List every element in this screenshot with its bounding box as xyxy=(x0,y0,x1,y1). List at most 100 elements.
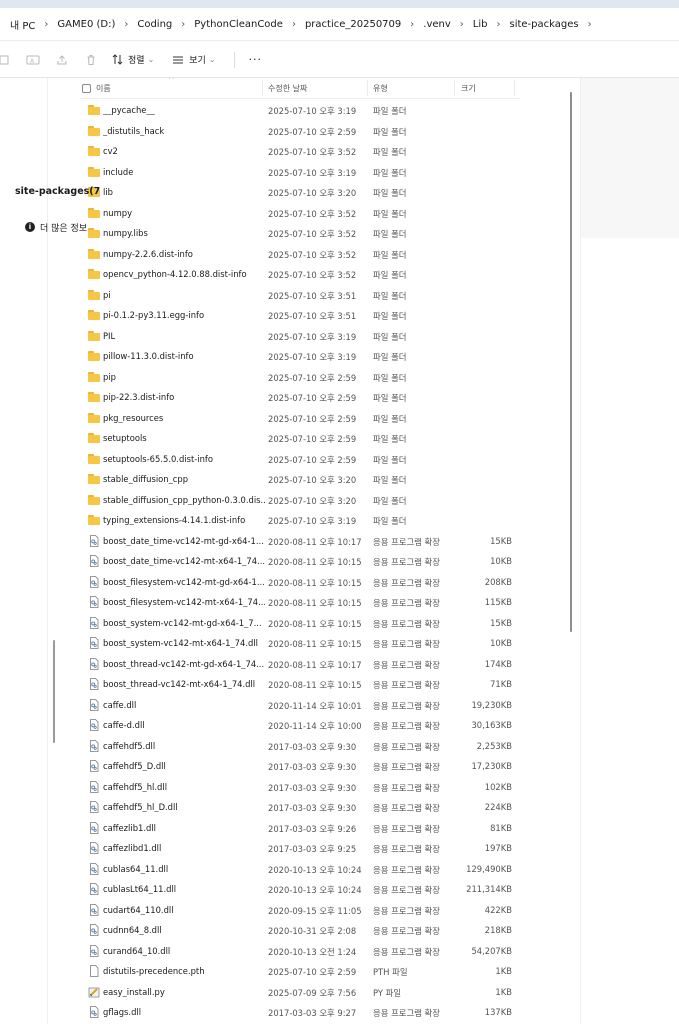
file-size: 54,207KB xyxy=(471,945,512,956)
file-name: caffehdf5.dll xyxy=(103,740,156,751)
file-row[interactable]: boost_date_time-vc142-mt-x64-1_74... 2020… xyxy=(80,551,576,572)
file-row[interactable]: curand64_10.dll 2020-10-13 오전 1:24 응용 프로그램… xyxy=(80,941,576,962)
file-row[interactable]: boost_thread-vc142-mt-x64-1_74.dll 2020-0… xyxy=(80,674,576,695)
delete-icon[interactable] xyxy=(83,52,99,68)
file-row[interactable]: gflags.dll 2017-03-03 오후 9:27 응용 프로그램 확장 13… xyxy=(80,1002,576,1023)
select-all-checkbox[interactable] xyxy=(82,84,91,93)
file-row[interactable]: lib 2025-07-10 오후 3:20 파일 폴더 xyxy=(80,182,576,203)
column-date[interactable]: 수정한 날짜 xyxy=(268,83,307,94)
file-row[interactable]: setuptools-65.5.0.dist-info 2025-07-10 오후… xyxy=(80,449,576,470)
file-row[interactable]: caffehdf5.dll 2017-03-03 오후 9:30 응용 프로그램 확… xyxy=(80,736,576,757)
file-date: 2017-03-03 오후 9:30 xyxy=(268,741,357,752)
more-options-button[interactable]: ··· xyxy=(249,53,263,66)
file-row[interactable]: caffehdf5_D.dll 2017-03-03 오후 9:30 응용 프로그램… xyxy=(80,756,576,777)
file-row[interactable]: pkg_resources 2025-07-10 오후 2:59 파일 폴더 xyxy=(80,408,576,429)
file-row[interactable]: cv2 2025-07-10 오후 3:52 파일 폴더 xyxy=(80,141,576,162)
file-row[interactable]: caffe.dll 2020-11-14 오후 10:01 응용 프로그램 확장 19… xyxy=(80,695,576,716)
file-row[interactable]: boost_filesystem-vc142-mt-x64-1_74... 202… xyxy=(80,592,576,613)
rename-icon[interactable]: A xyxy=(25,52,41,68)
chevron-right-icon[interactable]: › xyxy=(460,19,464,30)
file-size: 137KB xyxy=(484,1007,512,1017)
dll-file-icon xyxy=(88,1006,100,1018)
file-row[interactable]: caffezlib1.dll 2017-03-03 오후 9:26 응용 프로그램 … xyxy=(80,818,576,839)
details-more-info[interactable]: 더 많은 정보 xyxy=(40,221,87,234)
file-row[interactable]: cublasLt64_11.dll 2020-10-13 오후 10:24 응용 프… xyxy=(80,879,576,900)
sort-button[interactable]: 정렬 ⌄ xyxy=(112,53,154,66)
chevron-right-icon[interactable]: › xyxy=(497,19,501,30)
file-row[interactable]: setuptools 2025-07-10 오후 2:59 파일 폴더 xyxy=(80,428,576,449)
column-size[interactable]: 크기 xyxy=(461,83,476,94)
file-type: 파일 폴더 xyxy=(373,352,407,362)
file-row[interactable]: caffehdf5_hl.dll 2017-03-03 오후 9:30 응용 프로그… xyxy=(80,777,576,798)
file-row[interactable]: include 2025-07-10 오후 3:19 파일 폴더 xyxy=(80,162,576,183)
breadcrumb-item[interactable]: site-packages xyxy=(510,19,579,30)
file-row[interactable]: typing_extensions-4.14.1.dist-info 2025-0… xyxy=(80,510,576,531)
breadcrumb-item[interactable]: practice_20250709 xyxy=(305,19,401,30)
view-button[interactable]: 보기 ⌄ xyxy=(172,53,216,66)
column-name[interactable]: 이름 xyxy=(96,83,111,94)
file-size: 15KB xyxy=(490,617,512,628)
file-row[interactable]: boost_thread-vc142-mt-gd-x64-1_74... 2020… xyxy=(80,654,576,675)
chevron-right-icon[interactable]: › xyxy=(124,19,128,30)
column-divider[interactable] xyxy=(262,80,263,96)
breadcrumb-item[interactable]: .venv xyxy=(423,19,451,30)
file-row[interactable]: pi-0.1.2-py3.11.egg-info 2025-07-10 오후 3:… xyxy=(80,305,576,326)
file-type: PY 파일 xyxy=(373,987,402,998)
file-row[interactable]: pillow-11.3.0.dist-info 2025-07-10 오후 3:1… xyxy=(80,346,576,367)
file-row[interactable]: caffezlibd1.dll 2017-03-03 오후 9:25 응용 프로그램… xyxy=(80,838,576,859)
file-row[interactable]: distutils-precedence.pth 2025-07-10 오후 2:… xyxy=(80,961,576,982)
column-divider[interactable] xyxy=(454,80,455,96)
chevron-right-icon[interactable]: › xyxy=(181,19,185,30)
file-row[interactable]: boost_system-vc142-mt-gd-x64-1_7... 2020-… xyxy=(80,613,576,634)
folder-icon xyxy=(88,494,100,505)
file-row[interactable]: cudnn64_8.dll 2020-10-31 오후 2:08 응용 프로그램 확… xyxy=(80,920,576,941)
file-row[interactable]: easy_install.py 2025-07-09 오후 7:56 PY 파일 1K… xyxy=(80,982,576,1003)
file-row[interactable]: boost_date_time-vc142-mt-gd-x64-1... 2020… xyxy=(80,531,576,552)
file-row[interactable]: pip 2025-07-10 오후 2:59 파일 폴더 xyxy=(80,367,576,388)
file-row[interactable]: PIL 2025-07-10 오후 3:19 파일 폴더 xyxy=(80,326,576,347)
file-row[interactable]: numpy-2.2.6.dist-info 2025-07-10 오후 3:52 파… xyxy=(80,244,576,265)
file-row[interactable]: pi 2025-07-10 오후 3:51 파일 폴더 xyxy=(80,285,576,306)
address-bar[interactable]: 내 PC › GAME0 (D:) › Coding › PythonCleanCode › p… xyxy=(0,8,679,41)
file-row[interactable]: opencv_python-4.12.0.88.dist-info 2025-07… xyxy=(80,264,576,285)
file-row[interactable]: cublas64_11.dll 2020-10-13 오후 10:24 응용 프로그… xyxy=(80,859,576,880)
file-date: 2025-07-10 오후 3:19 xyxy=(268,167,357,178)
file-row[interactable]: stable_diffusion_cpp 2025-07-10 오후 3:20 파일… xyxy=(80,469,576,490)
file-row[interactable]: _distutils_hack 2025-07-10 오후 2:59 파일 폴더 xyxy=(80,121,576,142)
breadcrumb-item[interactable]: Coding xyxy=(137,19,172,30)
breadcrumb-item[interactable]: 내 PC xyxy=(10,17,35,32)
chevron-right-icon[interactable]: › xyxy=(292,19,296,30)
file-row[interactable]: pip-22.3.dist-info 2025-07-10 오후 2:59 파일 폴… xyxy=(80,387,576,408)
file-list-scrollbar[interactable] xyxy=(570,92,572,632)
dll-file-icon xyxy=(88,760,100,772)
navigation-scrollbar[interactable] xyxy=(53,640,55,743)
navigation-pane[interactable] xyxy=(0,78,48,1024)
share-icon[interactable] xyxy=(54,52,70,68)
file-row[interactable]: boost_system-vc142-mt-x64-1_74.dll 2020-0… xyxy=(80,633,576,654)
file-row[interactable]: boost_filesystem-vc142-mt-gd-x64-1... 202… xyxy=(80,572,576,593)
column-divider[interactable] xyxy=(514,80,515,96)
chevron-right-icon[interactable]: › xyxy=(410,19,414,30)
chevron-right-icon[interactable]: › xyxy=(44,19,48,30)
folder-icon xyxy=(88,125,100,136)
file-type: 파일 폴더 xyxy=(373,495,407,506)
breadcrumb-item[interactable]: Lib xyxy=(473,19,488,30)
cut-icon[interactable] xyxy=(0,52,12,68)
file-name: gflags.dll xyxy=(103,1007,142,1017)
file-row[interactable]: numpy 2025-07-10 오후 3:52 파일 폴더 xyxy=(80,203,576,224)
breadcrumb-item[interactable]: GAME0 (D:) xyxy=(57,19,115,30)
folder-icon xyxy=(88,515,100,525)
chevron-right-icon[interactable]: › xyxy=(588,19,592,30)
file-row[interactable]: numpy.libs 2025-07-10 오후 3:52 파일 폴더 xyxy=(80,223,576,244)
file-row[interactable]: caffehdf5_hl_D.dll 2017-03-03 오후 9:30 응용 프… xyxy=(80,797,576,818)
file-type: 파일 폴더 xyxy=(373,372,407,383)
file-date: 2020-09-15 오후 11:05 xyxy=(268,905,362,916)
file-row[interactable]: caffe-d.dll 2020-11-14 오후 10:00 응용 프로그램 확장… xyxy=(80,715,576,736)
column-divider[interactable] xyxy=(367,80,368,96)
file-row[interactable]: __pycache__ 2025-07-10 오후 3:19 파일 폴더 xyxy=(80,100,576,121)
folder-icon xyxy=(88,228,100,238)
column-type[interactable]: 유형 xyxy=(373,83,388,94)
file-row[interactable]: stable_diffusion_cpp_python-0.3.0.dis...… xyxy=(80,490,576,511)
breadcrumb-item[interactable]: PythonCleanCode xyxy=(194,19,283,30)
file-row[interactable]: cudart64_110.dll 2020-09-15 오후 11:05 응용 프로… xyxy=(80,900,576,921)
